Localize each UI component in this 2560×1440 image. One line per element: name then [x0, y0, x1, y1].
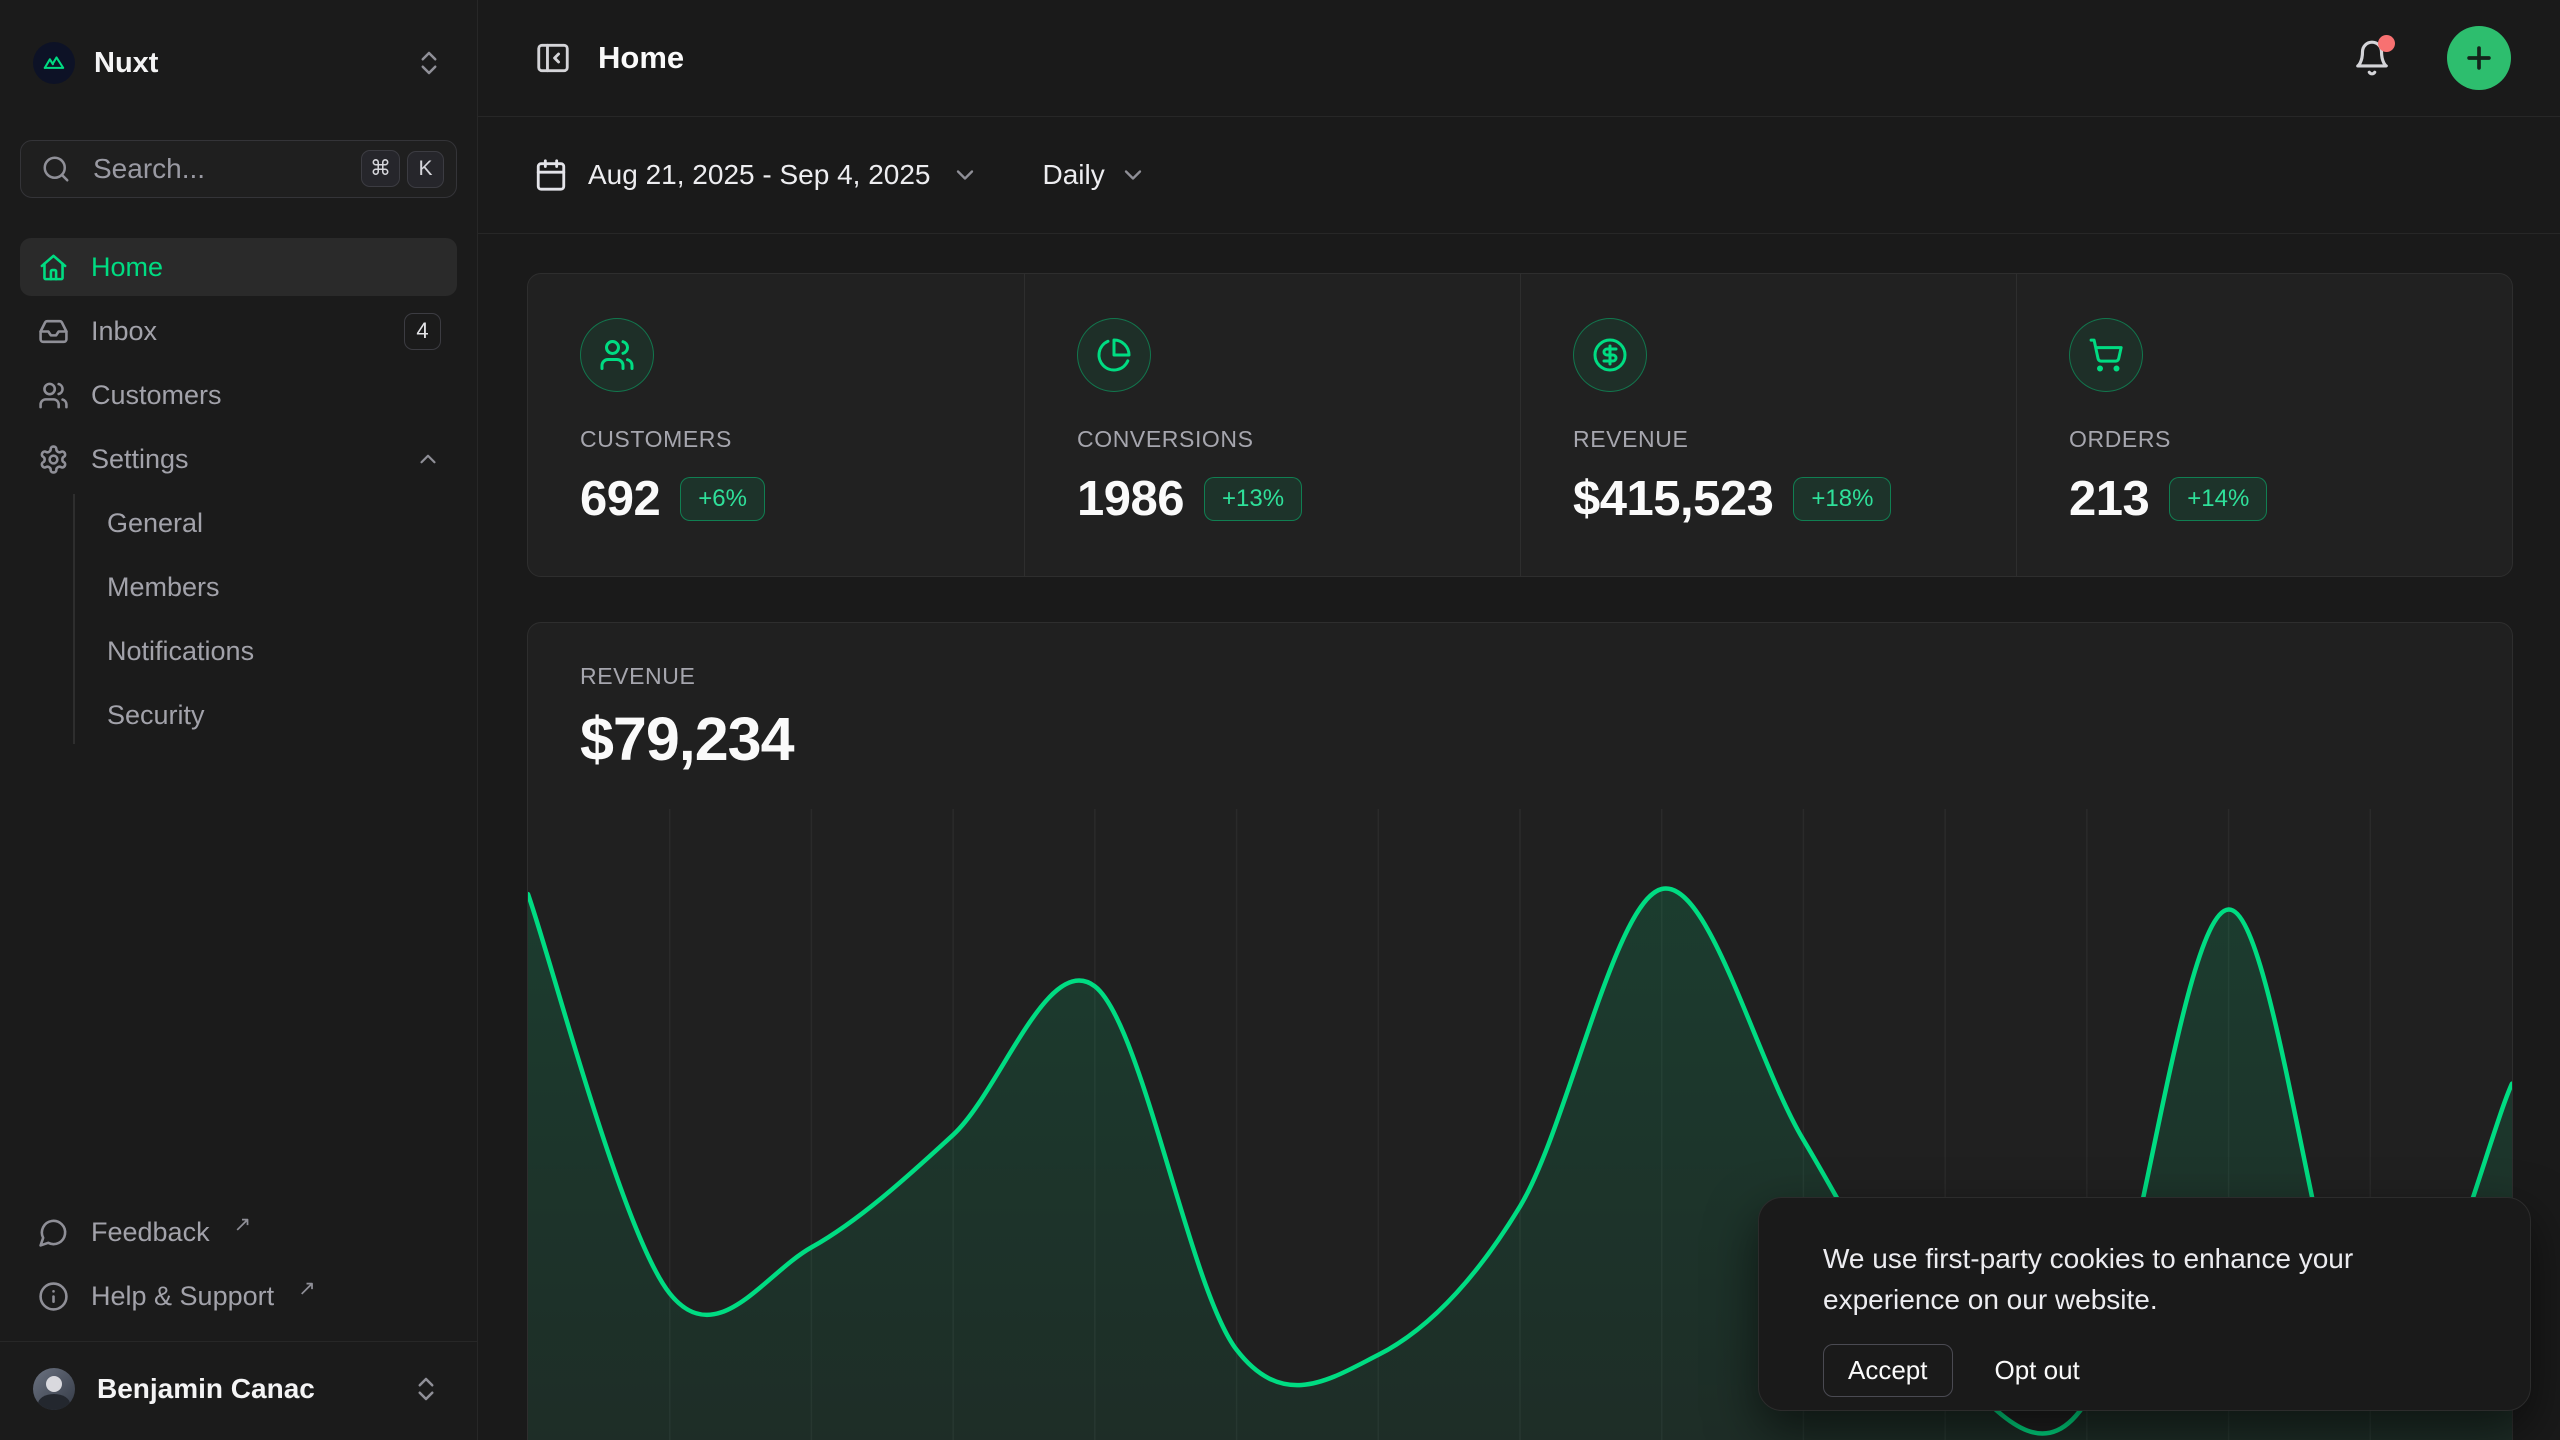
page-title: Home — [598, 40, 2327, 76]
settings-subnav: General Members Notifications Security — [73, 494, 457, 744]
stat-value: 1986 — [1077, 471, 1184, 527]
stat-delta-badge: +14% — [2169, 477, 2267, 521]
nuxt-logo — [33, 42, 75, 84]
cookie-actions: Accept Opt out — [1823, 1344, 2466, 1397]
sidebar-item-home[interactable]: Home — [20, 238, 457, 296]
stat-card-orders[interactable]: ORDERS 213 +14% — [2016, 274, 2512, 576]
opt-out-button[interactable]: Opt out — [1995, 1355, 2080, 1386]
user-section: Benjamin Canac — [0, 1341, 477, 1440]
chevron-down-icon — [951, 161, 979, 189]
stat-label: CONVERSIONS — [1077, 426, 1468, 453]
team-switcher[interactable]: Nuxt — [20, 30, 457, 96]
chevron-up-down-icon — [414, 48, 444, 78]
date-range-picker[interactable]: Aug 21, 2025 - Sep 4, 2025 — [534, 158, 979, 192]
chevron-up-down-icon — [411, 1374, 441, 1404]
user-name: Benjamin Canac — [97, 1373, 389, 1405]
stat-value: 692 — [580, 471, 660, 527]
sidebar-item-notifications[interactable]: Notifications — [107, 622, 457, 680]
search-placeholder: Search... — [93, 153, 339, 185]
revenue-header: REVENUE $79,234 — [528, 623, 2512, 774]
stat-label: CUSTOMERS — [580, 426, 972, 453]
sidebar-item-label: General — [107, 508, 441, 539]
home-icon — [38, 252, 69, 283]
avatar — [33, 1368, 75, 1410]
sidebar-item-settings[interactable]: Settings — [20, 430, 457, 488]
sidebar: Nuxt Search... ⌘K — [0, 0, 478, 1440]
stat-card-revenue[interactable]: REVENUE $415,523 +18% — [1520, 274, 2016, 576]
chevron-up-icon — [415, 446, 441, 472]
granularity-select[interactable]: Daily — [1043, 159, 1147, 191]
sidebar-item-feedback[interactable]: Feedback ↗ — [20, 1203, 457, 1261]
gear-icon — [38, 444, 69, 475]
filters-toolbar: Aug 21, 2025 - Sep 4, 2025 Daily — [478, 117, 2560, 234]
info-circle-icon — [38, 1281, 69, 1312]
users-icon — [38, 380, 69, 411]
app-root: Nuxt Search... ⌘K — [0, 0, 2560, 1440]
sidebar-item-label: Settings — [91, 444, 393, 475]
unread-notification-dot — [2378, 35, 2395, 52]
sidebar-footer: Feedback ↗ Help & Support ↗ Benjamin Can… — [20, 1203, 457, 1440]
stat-value: $415,523 — [1573, 471, 1773, 527]
pie-chart-icon — [1077, 318, 1151, 392]
sidebar-item-members[interactable]: Members — [107, 558, 457, 616]
chevron-down-icon — [1119, 161, 1147, 189]
sidebar-nav: Home Inbox 4 C — [20, 238, 457, 750]
stat-card-customers[interactable]: CUSTOMERS 692 +6% — [528, 274, 1024, 576]
sidebar-item-label: Notifications — [107, 636, 441, 667]
stat-delta-badge: +6% — [680, 477, 765, 521]
accept-button[interactable]: Accept — [1823, 1344, 1953, 1397]
stats-panel: CUSTOMERS 692 +6% CONVERSIONS 1986 — [527, 273, 2513, 577]
stat-value: 213 — [2069, 471, 2149, 527]
sidebar-item-label: Members — [107, 572, 441, 603]
date-range-label: Aug 21, 2025 - Sep 4, 2025 — [588, 159, 931, 191]
users-icon — [580, 318, 654, 392]
calendar-icon — [534, 158, 568, 192]
stat-delta-badge: +18% — [1793, 477, 1891, 521]
stat-card-conversions[interactable]: CONVERSIONS 1986 +13% — [1024, 274, 1520, 576]
sidebar-item-security[interactable]: Security — [107, 686, 457, 744]
sidebar-item-label: Security — [107, 700, 441, 731]
page-header: Home — [478, 0, 2560, 117]
search-icon — [41, 154, 71, 184]
sidebar-item-customers[interactable]: Customers — [20, 366, 457, 424]
sidebar-item-help-support[interactable]: Help & Support ↗ — [20, 1267, 457, 1325]
dollar-circle-icon — [1573, 318, 1647, 392]
sidebar-item-label: Home — [91, 252, 441, 283]
sidebar-item-general[interactable]: General — [107, 494, 457, 552]
cookie-message: We use first-party cookies to enhance yo… — [1823, 1238, 2466, 1320]
sidebar-item-label: Customers — [91, 380, 441, 411]
sidebar-item-inbox[interactable]: Inbox 4 — [20, 302, 457, 360]
user-menu[interactable]: Benjamin Canac — [20, 1356, 457, 1422]
add-button[interactable] — [2447, 26, 2511, 90]
stat-label: REVENUE — [1573, 426, 1964, 453]
sidebar-item-label: Inbox — [91, 316, 382, 347]
inbox-icon — [38, 316, 69, 347]
kbd-cmd: ⌘ — [361, 150, 400, 187]
granularity-label: Daily — [1043, 159, 1105, 191]
panel-left-icon — [534, 39, 572, 77]
shopping-cart-icon — [2069, 318, 2143, 392]
stat-label: ORDERS — [2069, 426, 2460, 453]
chat-bubble-icon — [38, 1217, 69, 1248]
external-link-icon: ↗ — [234, 1212, 252, 1237]
cookie-banner: We use first-party cookies to enhance yo… — [1758, 1197, 2531, 1411]
kbd-k: K — [407, 151, 444, 188]
stat-delta-badge: +13% — [1204, 477, 1302, 521]
sidebar-item-label: Help & Support — [91, 1281, 274, 1312]
external-link-icon: ↗ — [298, 1276, 316, 1301]
notifications-button[interactable] — [2353, 39, 2391, 77]
revenue-label: REVENUE — [580, 663, 2460, 690]
revenue-total: $79,234 — [580, 704, 2460, 774]
inbox-count-badge: 4 — [404, 313, 441, 350]
collapse-sidebar-button[interactable] — [534, 39, 572, 77]
plus-icon — [2462, 41, 2496, 75]
sidebar-item-label: Feedback — [91, 1217, 210, 1248]
team-name: Nuxt — [94, 47, 395, 80]
search-input[interactable]: Search... ⌘K — [20, 140, 457, 198]
